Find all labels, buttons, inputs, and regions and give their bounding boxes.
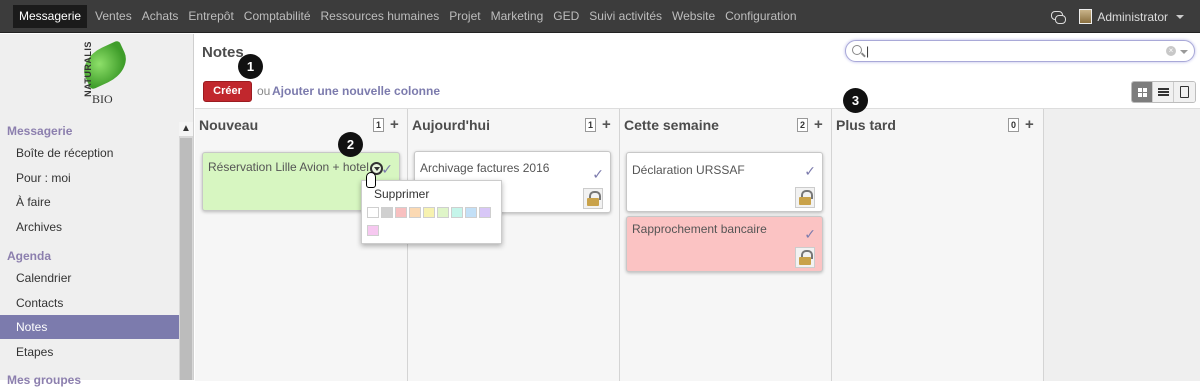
note-title: Réservation Lille Avion + hotel [208, 160, 369, 174]
company-logo[interactable]: NATURALIS BIO [64, 39, 134, 112]
sidebar-item-archives[interactable]: Archives [0, 215, 179, 239]
note-options-popup: Supprimer [361, 180, 502, 244]
color-swatch[interactable] [395, 207, 407, 218]
logo-sub: BIO [92, 92, 113, 106]
or-text: ou [257, 84, 271, 98]
top-menu-bar: Messagerie Ventes Achats Entrepôt Compta… [0, 0, 1200, 33]
search-input[interactable]: | × [845, 40, 1195, 62]
view-switcher [1131, 81, 1196, 103]
scroll-up-icon[interactable]: ▲ [179, 122, 193, 136]
check-icon[interactable]: ✓ [592, 166, 604, 183]
note-title: Archivage factures 2016 [420, 161, 550, 175]
sidebar-item-pour-moi[interactable]: Pour : moi [0, 166, 179, 190]
column-count: 1 [585, 118, 596, 132]
sidebar-item-calendrier[interactable]: Calendrier [0, 266, 179, 290]
color-swatch[interactable] [451, 207, 463, 218]
sidebar-item-etapes[interactable]: Etapes [0, 340, 179, 364]
color-swatch[interactable] [409, 207, 421, 218]
note-title: Rapprochement bancaire [632, 222, 767, 236]
column-title: Plus tard [836, 117, 896, 133]
chevron-down-icon[interactable] [1180, 50, 1188, 54]
avatar [1079, 9, 1093, 24]
menu-achats[interactable]: Achats [137, 5, 184, 28]
form-view-button[interactable] [1174, 82, 1195, 102]
add-card-icon[interactable]: + [390, 117, 399, 132]
list-view-icon [1158, 88, 1169, 96]
hand-cursor-icon [364, 172, 378, 190]
add-card-icon[interactable]: + [814, 117, 823, 132]
color-swatch[interactable] [479, 207, 491, 218]
add-card-icon[interactable]: + [602, 117, 611, 132]
note-card[interactable]: Rapprochement bancaire ✓ [626, 216, 823, 272]
check-icon[interactable]: ✓ [381, 161, 393, 178]
sidebar-item-boite-reception[interactable]: Boîte de réception [0, 141, 179, 165]
search-value: | [866, 44, 870, 58]
column-count: 2 [797, 118, 808, 132]
sidebar-item-notes[interactable]: Notes [0, 315, 179, 339]
step-marker-2: 2 [338, 132, 363, 157]
chat-icon[interactable] [1051, 10, 1067, 24]
color-swatch[interactable] [423, 207, 435, 218]
add-column-link[interactable]: Ajouter une nouvelle colonne [272, 84, 440, 98]
chevron-down-icon [1176, 14, 1184, 19]
column-title: Aujourd'hui [412, 117, 490, 133]
column-title: Cette semaine [624, 117, 719, 133]
menu-entrepot[interactable]: Entrepôt [183, 5, 238, 28]
kanban-column-nouveau: Nouveau 1 + [195, 109, 408, 381]
lock-icon [795, 247, 815, 268]
menu-suivi-activites[interactable]: Suivi activités [584, 5, 667, 28]
sidebar: NATURALIS BIO Messagerie Boîte de récept… [0, 34, 194, 387]
list-view-button[interactable] [1153, 82, 1174, 102]
main-content: Notes Créer ou Ajouter une nouvelle colo… [195, 34, 1200, 381]
kanban-view-button[interactable] [1132, 82, 1153, 102]
column-title: Nouveau [199, 117, 259, 133]
kanban-view-icon [1138, 88, 1147, 97]
menu-ventes[interactable]: Ventes [90, 5, 137, 28]
page-title: Notes [202, 44, 244, 61]
menu-ressources-humaines[interactable]: Ressources humaines [316, 5, 445, 28]
section-messagerie: Messagerie [7, 124, 73, 138]
lock-icon [583, 188, 603, 209]
search-icon [852, 45, 862, 55]
lock-icon [795, 187, 815, 208]
column-count: 0 [1008, 118, 1019, 132]
note-card[interactable]: Déclaration URSSAF ✓ [626, 152, 823, 212]
sidebar-item-contacts[interactable]: Contacts [0, 291, 179, 315]
sidebar-item-a-faire[interactable]: À faire [0, 190, 179, 214]
column-count: 1 [373, 118, 384, 132]
color-swatch[interactable] [381, 207, 393, 218]
menu-messagerie[interactable]: Messagerie [13, 4, 88, 28]
menu-ged[interactable]: GED [548, 5, 584, 28]
kanban-column-plus-tard: Plus tard 0 + [832, 109, 1044, 381]
sidebar-scroll-thumb[interactable] [180, 138, 192, 380]
color-swatch[interactable] [367, 225, 379, 236]
note-title: Déclaration URSSAF [632, 163, 745, 177]
form-view-icon [1180, 86, 1189, 98]
check-icon[interactable]: ✓ [804, 163, 816, 180]
logo-brand: NATURALIS [82, 41, 93, 97]
color-swatch[interactable] [465, 207, 477, 218]
menu-projet[interactable]: Projet [444, 5, 485, 28]
section-agenda: Agenda [7, 249, 52, 263]
kanban-empty-area [1044, 109, 1200, 381]
user-name: Administrator [1097, 9, 1168, 24]
section-mes-groupes: Mes groupes [7, 373, 82, 387]
menu-website[interactable]: Website [667, 5, 720, 28]
check-icon[interactable]: ✓ [804, 226, 816, 243]
create-button[interactable]: Créer [203, 81, 252, 102]
step-marker-3: 3 [843, 88, 868, 113]
delete-menu-item[interactable]: Supprimer [374, 187, 429, 201]
color-swatch[interactable] [367, 207, 379, 218]
user-menu[interactable]: Administrator [1079, 9, 1184, 24]
step-marker-1: 1 [238, 54, 263, 79]
kanban-column-aujourdhui: Aujourd'hui 1 + [408, 109, 620, 381]
clear-icon[interactable]: × [1166, 46, 1176, 56]
menu-comptabilite[interactable]: Comptabilité [239, 5, 316, 28]
menu-marketing[interactable]: Marketing [486, 5, 549, 28]
color-swatch[interactable] [437, 207, 449, 218]
menu-configuration[interactable]: Configuration [720, 5, 801, 28]
add-card-icon[interactable]: + [1025, 117, 1034, 132]
